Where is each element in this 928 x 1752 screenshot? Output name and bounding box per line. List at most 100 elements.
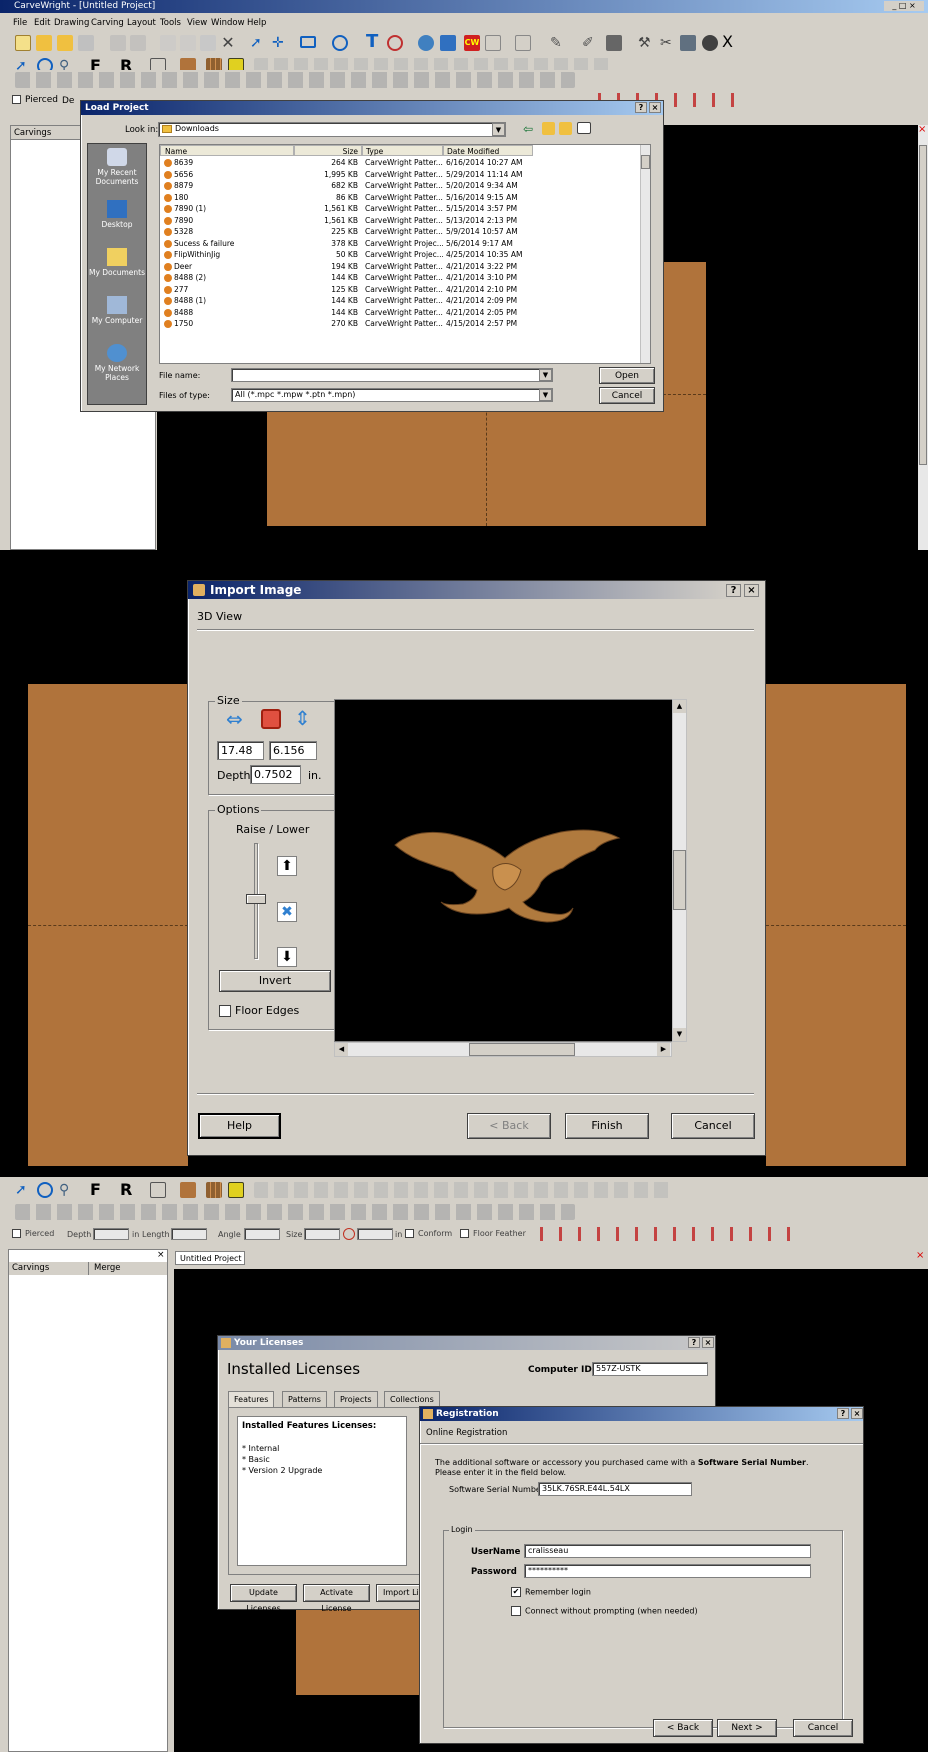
finish-button[interactable]: Finish	[565, 1113, 649, 1139]
floor-edges-check-box[interactable]	[219, 1005, 231, 1017]
font-f-icon[interactable]: F	[90, 1181, 106, 1199]
canvas-scrollbar[interactable]: ×	[918, 125, 928, 550]
hscroll-left-icon[interactable]: ◀	[335, 1043, 348, 1056]
tab-features[interactable]: Features	[228, 1391, 275, 1407]
invert-button[interactable]: Invert	[219, 970, 331, 992]
lock-icon[interactable]	[343, 1228, 355, 1240]
hscroll-thumb[interactable]	[469, 1043, 575, 1056]
save-icon[interactable]	[78, 35, 94, 51]
view-menu-icon[interactable]	[577, 122, 591, 134]
redo-icon[interactable]	[130, 35, 146, 51]
height-input[interactable]: 6.156	[269, 741, 317, 760]
open-icon[interactable]	[36, 35, 52, 51]
copy-icon[interactable]	[180, 35, 196, 51]
zoom-icon[interactable]: ⚲	[59, 1182, 75, 1198]
close-title-button[interactable]: ×	[744, 584, 759, 597]
table-row[interactable]: Deer 194 KB CarveWright Patter... 4/21/2014…	[160, 261, 642, 273]
node-icon[interactable]: ✛	[272, 35, 288, 51]
3d-preview[interactable]	[334, 699, 682, 1042]
tab-collections[interactable]: Collections	[384, 1391, 440, 1407]
reset-icon[interactable]: ✖	[277, 902, 297, 922]
menu-help[interactable]: Help	[247, 18, 266, 28]
col-name[interactable]: Name	[160, 145, 294, 156]
look-in-select[interactable]: Downloads	[158, 122, 506, 137]
tab-projects[interactable]: Projects	[334, 1391, 378, 1407]
computer-id-field[interactable]: 557Z-USTK	[592, 1362, 708, 1376]
update-licenses-button[interactable]: Update Licenses	[230, 1584, 297, 1613]
serial-input[interactable]: 35LK.76SR.E44L.54LX	[538, 1482, 692, 1496]
width-input[interactable]: 17.48	[217, 741, 264, 760]
shape-tools-icons[interactable]	[15, 1204, 575, 1220]
help-title-button[interactable]: ?	[837, 1408, 849, 1419]
menu-carving[interactable]: Carving	[91, 18, 124, 28]
arc-text-icon[interactable]	[387, 35, 403, 51]
table-row[interactable]: 180 86 KB CarveWright Patter... 5/16/2014 9…	[160, 192, 642, 204]
connect-check-box[interactable]	[511, 1606, 521, 1616]
clipart-icon[interactable]	[418, 35, 434, 51]
grid-yellow-icon[interactable]	[228, 1182, 244, 1198]
password-input[interactable]: **********	[524, 1564, 811, 1578]
files-of-type-select[interactable]: All (*.mpc *.mpw *.ptn *.mpn)	[231, 388, 553, 402]
depth-input[interactable]: 0.7502	[250, 765, 301, 784]
back-nav-icon[interactable]: ⇦	[523, 121, 539, 137]
desktop-place[interactable]: Desktop	[88, 200, 146, 240]
undo-icon[interactable]	[110, 35, 126, 51]
help-title-button[interactable]: ?	[635, 102, 647, 113]
app-window-controls[interactable]: _ □ ×	[884, 1, 924, 11]
pointer-icon[interactable]: ➚	[15, 1182, 31, 1198]
vbit-icon[interactable]	[515, 35, 531, 51]
text-icon[interactable]: T	[366, 33, 382, 51]
stamp-icon[interactable]	[606, 35, 622, 51]
help-title-button[interactable]: ?	[726, 584, 741, 597]
floor-feather-check-box[interactable]	[460, 1229, 469, 1238]
col-type[interactable]: Type	[362, 145, 443, 156]
cw-icon[interactable]: CW	[464, 35, 480, 51]
col-carvings[interactable]: Carvings	[9, 1262, 89, 1275]
hscroll-right-icon[interactable]: ▶	[657, 1043, 670, 1056]
open-button[interactable]: Open	[599, 367, 655, 384]
close-title-button[interactable]: ×	[702, 1337, 714, 1348]
align-icons[interactable]	[254, 1182, 674, 1198]
my-computer-place[interactable]: My Computer	[88, 296, 146, 336]
board-icon[interactable]	[150, 1182, 166, 1198]
close-title-button[interactable]: ×	[851, 1408, 863, 1419]
raise-lower-slider-thumb[interactable]	[246, 894, 266, 904]
pierced-check-box[interactable]	[12, 95, 21, 104]
close-title-button[interactable]: ×	[649, 102, 661, 113]
lock-aspect-icon[interactable]	[261, 709, 281, 729]
network-places-place[interactable]: My Network Places	[88, 344, 146, 402]
col-size[interactable]: Size	[294, 145, 362, 156]
doc-tab[interactable]: Untitled Project	[175, 1251, 245, 1265]
back-button[interactable]: < Back	[653, 1719, 713, 1737]
pick-icon[interactable]: ⚒	[638, 35, 654, 51]
lasso-icon[interactable]	[37, 1182, 53, 1198]
cancel-button[interactable]: Cancel	[671, 1113, 755, 1139]
align-right-icons[interactable]	[540, 1227, 798, 1241]
paste-icon[interactable]	[200, 35, 216, 51]
table-row[interactable]: 5328 225 KB CarveWright Patter... 5/9/2014 …	[160, 226, 642, 238]
rectangle-icon[interactable]	[300, 36, 316, 48]
left-panel-close-icon[interactable]: ×	[157, 1250, 167, 1260]
table-row[interactable]: 8488 (2) 144 KB CarveWright Patter... 4/21/…	[160, 272, 642, 284]
ellipse-icon[interactable]	[332, 35, 348, 51]
table-row[interactable]: 1750 270 KB CarveWright Patter... 4/15/2014…	[160, 318, 642, 330]
table-row[interactable]: Sucess & failure 378 KB CarveWright Projec…	[160, 238, 642, 250]
menu-window[interactable]: Window	[211, 18, 245, 28]
col-merge[interactable]: Merge	[91, 1262, 121, 1275]
canvas-close-icon[interactable]: ×	[918, 125, 928, 135]
size-field[interactable]	[304, 1228, 340, 1240]
close-x-icon[interactable]: X	[722, 33, 738, 51]
length-field[interactable]	[171, 1228, 207, 1240]
table-row[interactable]: 5656 1,995 KB CarveWright Patter... 5/29/20…	[160, 169, 642, 181]
vscroll-up-icon[interactable]: ▲	[673, 700, 686, 713]
cancel-button[interactable]: Cancel	[599, 387, 655, 404]
file-name-dropdown-icon[interactable]: ▼	[539, 369, 552, 381]
board-wood-icon[interactable]	[180, 1182, 196, 1198]
table-row[interactable]: 7890 1,561 KB CarveWright Patter... 5/13/20…	[160, 215, 642, 227]
table-row[interactable]: 8488 (1) 144 KB CarveWright Patter... 4/21/…	[160, 295, 642, 307]
floor-edges-checkbox[interactable]: Floor Edges	[219, 1004, 299, 1017]
angle-field[interactable]	[244, 1228, 280, 1240]
back-button[interactable]: < Back	[467, 1113, 551, 1139]
remember-login-checkbox[interactable]: ✔ Remember login	[511, 1587, 591, 1597]
size-field-2[interactable]	[357, 1228, 393, 1240]
